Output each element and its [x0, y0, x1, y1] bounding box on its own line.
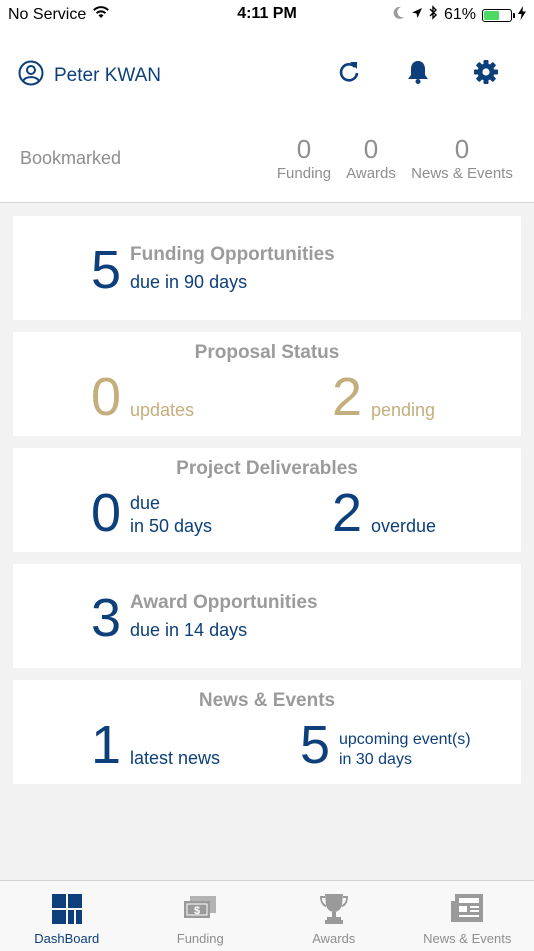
bookmark-funding-count: 0 [270, 134, 338, 164]
project-deliverables-card[interactable]: Project Deliverables 0 due in 50 days 2 … [13, 448, 521, 552]
deliverables-due-label: due [130, 492, 160, 515]
settings-button[interactable] [470, 58, 502, 90]
tab-news-events[interactable]: News & Events [401, 881, 534, 951]
bookmark-funding-label: Funding [270, 164, 338, 184]
dashboard-icon [51, 893, 83, 927]
bookmark-awards-count: 0 [340, 134, 402, 164]
award-opportunities-card[interactable]: 3 Award Opportunities due in 14 days [13, 564, 521, 668]
bell-icon [405, 59, 431, 90]
tab-dashboard[interactable]: DashBoard [0, 881, 134, 951]
proposal-updates-count: 0 [91, 369, 121, 425]
header: Peter KWAN [0, 30, 534, 203]
proposal-pending-label: pending [371, 399, 435, 422]
deliverables-overdue-count: 2 [332, 485, 362, 541]
status-bar: No Service 4:11 PM 61% [0, 0, 534, 30]
bookmark-news-events[interactable]: 0 News & Events [406, 134, 518, 184]
charging-icon [518, 6, 526, 25]
deliverables-due-count: 0 [91, 485, 121, 541]
newspaper-icon [450, 893, 484, 927]
bluetooth-icon [429, 5, 438, 25]
funding-opportunities-card[interactable]: 5 Funding Opportunities due in 90 days [13, 216, 521, 320]
tab-awards[interactable]: Awards [267, 881, 401, 951]
bookmarked-label: Bookmarked [20, 148, 121, 169]
user-name: Peter KWAN [54, 65, 161, 87]
latest-news-label: latest news [130, 747, 220, 770]
tab-news-events-label: News & Events [401, 931, 534, 946]
battery-percent: 61% [444, 6, 476, 24]
bookmark-awards[interactable]: 0 Awards [340, 134, 402, 184]
awards-count: 3 [91, 590, 121, 646]
latest-news-count: 1 [91, 717, 121, 773]
awards-subtitle: due in 14 days [130, 619, 247, 642]
bookmark-awards-label: Awards [340, 164, 402, 184]
tab-funding-label: Funding [134, 931, 268, 946]
gear-icon [473, 59, 499, 90]
location-icon [411, 6, 423, 24]
bookmark-news-count: 0 [406, 134, 518, 164]
deliverables-overdue-label: overdue [371, 515, 436, 538]
user-profile[interactable]: Peter KWAN [18, 60, 161, 92]
awards-title: Award Opportunities [130, 592, 318, 614]
moon-icon [393, 6, 405, 25]
trophy-icon [318, 893, 350, 927]
deliverables-title: Project Deliverables [13, 458, 521, 480]
refresh-icon [337, 60, 361, 89]
notifications-button[interactable] [402, 58, 434, 90]
tab-dashboard-label: DashBoard [0, 931, 134, 946]
tab-funding[interactable]: $ Funding [134, 881, 268, 951]
upcoming-events-period: in 30 days [339, 750, 412, 770]
funding-title: Funding Opportunities [130, 244, 335, 266]
upcoming-events-label: upcoming event(s) [339, 730, 471, 750]
proposal-pending-count: 2 [332, 369, 362, 425]
tab-bar: DashBoard $ Funding Awards News & Events [0, 880, 534, 951]
proposal-title: Proposal Status [13, 342, 521, 364]
funding-subtitle: due in 90 days [130, 271, 247, 294]
battery-icon [482, 9, 512, 22]
upcoming-events-count: 5 [300, 717, 330, 773]
news-events-card[interactable]: News & Events 1 latest news 5 upcoming e… [13, 680, 521, 784]
refresh-button[interactable] [333, 58, 365, 90]
proposal-updates-label: updates [130, 399, 194, 422]
proposal-status-card[interactable]: Proposal Status 0 updates 2 pending [13, 332, 521, 436]
news-title: News & Events [13, 690, 521, 712]
deliverables-due-period: in 50 days [130, 515, 212, 538]
bookmark-funding[interactable]: 0 Funding [270, 134, 338, 184]
money-icon: $ [183, 893, 217, 927]
bookmark-news-label: News & Events [406, 164, 518, 184]
funding-count: 5 [91, 242, 121, 298]
tab-awards-label: Awards [267, 931, 401, 946]
user-icon [18, 60, 44, 92]
svg-text:$: $ [194, 905, 200, 917]
